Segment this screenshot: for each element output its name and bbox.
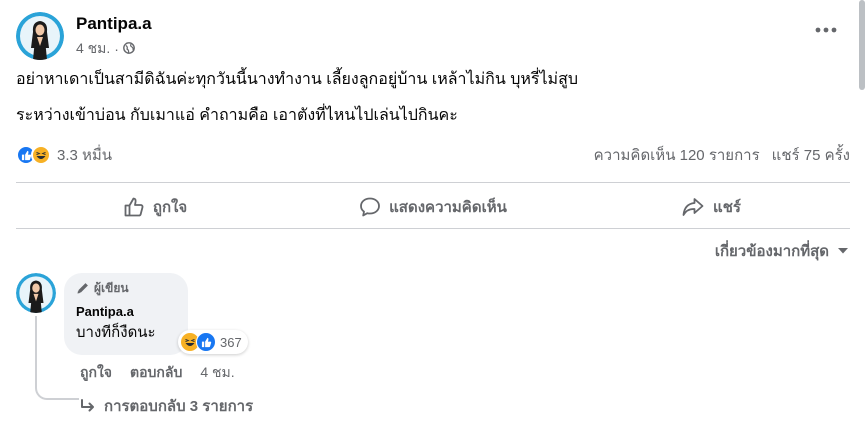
comment-reaction-count: 367 bbox=[220, 334, 242, 350]
like-reaction-icon bbox=[196, 332, 216, 352]
view-replies-label: การตอบกลับ 3 รายการ bbox=[104, 398, 254, 415]
more-options-button[interactable] bbox=[813, 20, 839, 40]
comment-author[interactable]: Pantipa.a bbox=[76, 304, 176, 320]
comment-like-button[interactable]: ถูกใจ bbox=[80, 362, 112, 384]
comment-sort-dropdown[interactable]: เกี่ยวข้องมากที่สุด bbox=[715, 239, 849, 263]
speech-bubble-icon bbox=[360, 197, 381, 217]
author-badge: ผู้เขียน bbox=[76, 281, 176, 295]
comment-bubble: ผู้เขียน Pantipa.a บางทีก็งืดนะ bbox=[64, 273, 188, 355]
avatar[interactable] bbox=[16, 12, 64, 60]
comment-button[interactable]: แสดงความคิดเห็น bbox=[294, 188, 572, 226]
post-header: Pantipa.a 4 ชม. · bbox=[16, 12, 152, 60]
like-button-label: ถูกใจ bbox=[152, 199, 188, 216]
post-action-bar: ถูกใจ แสดงความคิดเห็น แชร์ bbox=[16, 188, 850, 226]
comments-count-link[interactable]: ความคิดเห็น 120 รายการ bbox=[594, 143, 760, 167]
post-stats: 3.3 หมื่น ความคิดเห็น 120 รายการ แชร์ 75… bbox=[16, 143, 850, 167]
comment-time[interactable]: 4 ชม. bbox=[200, 362, 234, 384]
comment-reactions[interactable]: 367 bbox=[178, 330, 248, 354]
post-text-line-1: อย่าหาเดาเป็นสามีดิฉันค่ะทุกวันนี้นางทำง… bbox=[16, 71, 579, 88]
view-replies-button[interactable]: การตอบกลับ 3 รายการ bbox=[80, 394, 253, 418]
thumbs-up-icon bbox=[124, 197, 144, 217]
divider bbox=[16, 228, 850, 229]
like-button[interactable]: ถูกใจ bbox=[16, 188, 294, 226]
author-badge-label: ผู้เขียน bbox=[94, 281, 129, 295]
share-arrow-icon bbox=[682, 198, 704, 216]
comment-text: บางทีก็งืดนะ bbox=[76, 324, 156, 341]
reply-arrow-icon bbox=[81, 399, 94, 412]
meta-separator: · bbox=[114, 40, 119, 57]
haha-reaction-icon bbox=[31, 145, 51, 165]
pencil-icon bbox=[77, 283, 88, 294]
reaction-summary[interactable]: 3.3 หมื่น bbox=[16, 143, 112, 167]
more-dots-icon bbox=[815, 27, 837, 33]
post-body: อย่าหาเดาเป็นสามีดิฉันค่ะทุกวันนี้นางทำง… bbox=[16, 70, 846, 142]
scrollbar[interactable] bbox=[859, 0, 865, 90]
globe-icon bbox=[123, 41, 135, 57]
share-button[interactable]: แชร์ bbox=[572, 188, 850, 226]
shares-count-link[interactable]: แชร์ 75 ครั้ง bbox=[772, 143, 850, 167]
post-time[interactable]: 4 ชม. bbox=[76, 38, 110, 60]
comment-reply-button[interactable]: ตอบกลับ bbox=[130, 362, 182, 384]
share-button-label: แชร์ bbox=[713, 199, 741, 216]
comment-actions: ถูกใจ ตอบกลับ 4 ชม. bbox=[80, 362, 235, 384]
sort-label: เกี่ยวข้องมากที่สุด bbox=[714, 243, 829, 260]
divider bbox=[16, 182, 850, 183]
comment-avatar[interactable] bbox=[16, 273, 56, 313]
caret-down-icon bbox=[838, 248, 848, 254]
reaction-count: 3.3 หมื่น bbox=[57, 147, 113, 164]
post-text-line-2: ระหว่างเข้าบ่อน กับเมาแอ่ คำถามคือ เอาตั… bbox=[16, 107, 458, 124]
comment-button-label: แสดงความคิดเห็น bbox=[389, 199, 507, 216]
post-meta: 4 ชม. · bbox=[76, 38, 152, 60]
post-author[interactable]: Pantipa.a bbox=[76, 13, 152, 34]
